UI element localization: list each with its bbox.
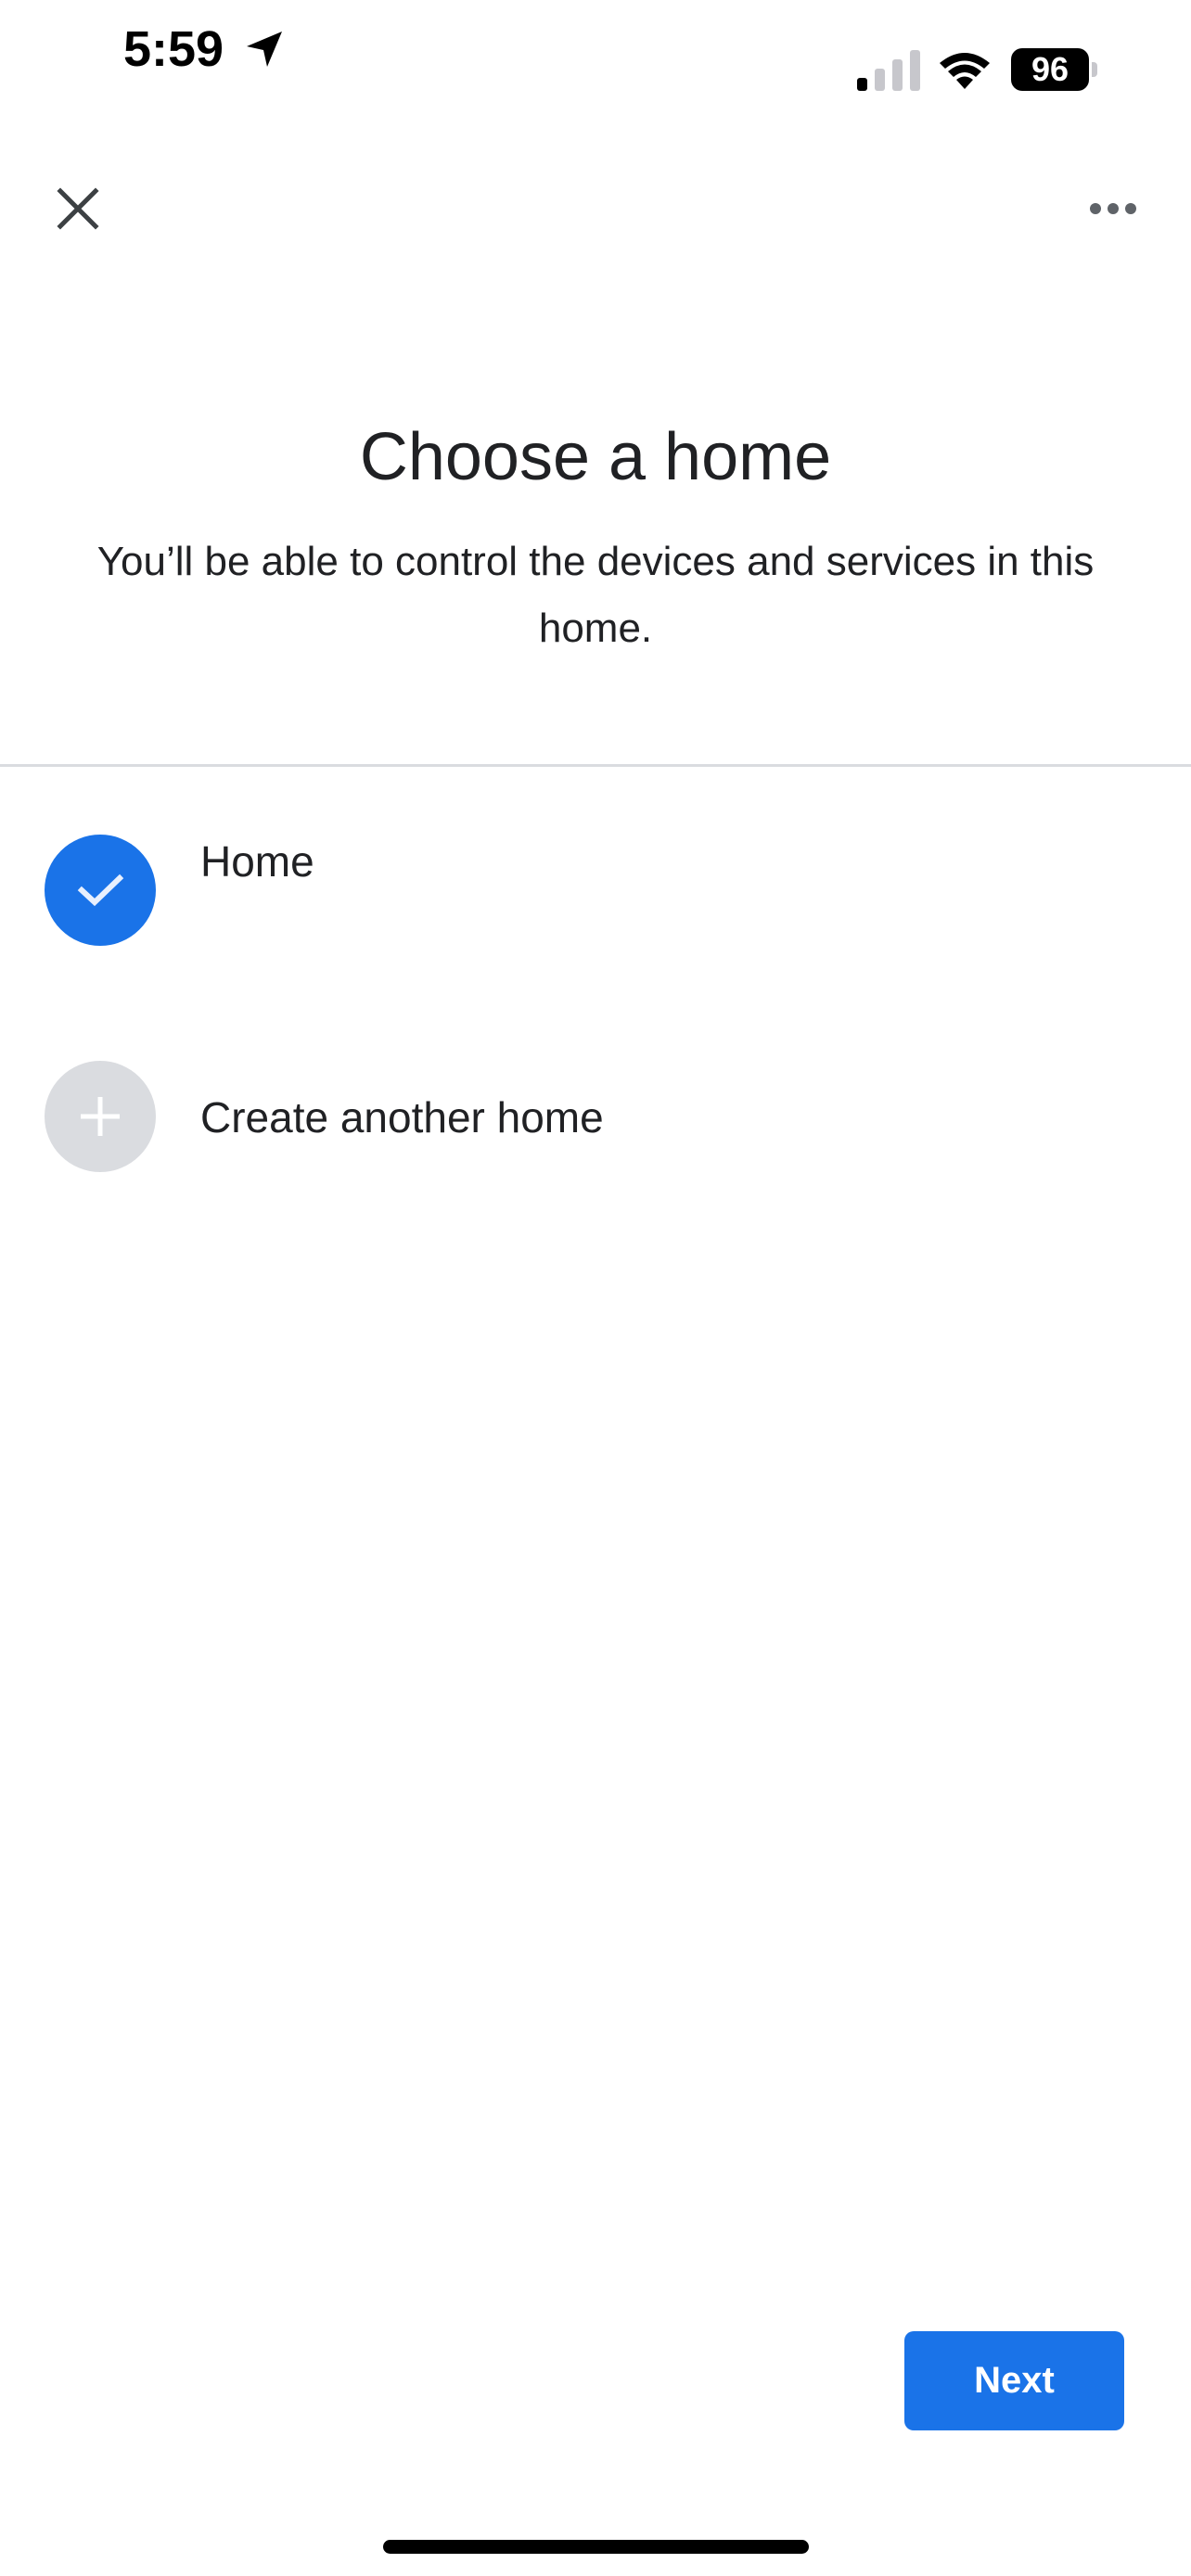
signal-bar-1 [857, 78, 867, 91]
wifi-icon [940, 53, 990, 89]
next-button[interactable]: Next [904, 2331, 1124, 2430]
signal-bar-2 [875, 69, 885, 91]
create-another-home-option[interactable]: Create another home [0, 1029, 1191, 1205]
battery-level: 96 [1031, 50, 1069, 88]
plus-icon [81, 1097, 120, 1136]
close-icon [57, 187, 99, 230]
create-indicator [45, 1061, 156, 1172]
home-option-home[interactable]: Home [0, 816, 1191, 974]
battery-cap [1092, 62, 1097, 77]
create-another-home-label: Create another home [200, 1093, 604, 1141]
battery-indicator: 96 [1011, 48, 1102, 91]
cellular-signal-icon [857, 50, 920, 91]
more-horizontal-icon [1090, 203, 1136, 214]
location-arrow-icon [247, 32, 282, 67]
page-subtitle: You’ll be able to control the devices an… [96, 539, 1095, 651]
home-option-label: Home [200, 837, 314, 886]
signal-bar-4 [910, 50, 920, 91]
status-time: 5:59 [123, 21, 224, 77]
selected-indicator [45, 835, 156, 946]
signal-bar-3 [892, 59, 903, 91]
more-options-button[interactable] [1076, 176, 1150, 241]
check-icon [77, 874, 124, 907]
home-indicator[interactable] [383, 2540, 809, 2554]
page-title: Choose a home [359, 420, 832, 494]
close-button[interactable] [41, 167, 115, 250]
divider [0, 764, 1191, 767]
battery-icon: 96 [1011, 48, 1089, 91]
